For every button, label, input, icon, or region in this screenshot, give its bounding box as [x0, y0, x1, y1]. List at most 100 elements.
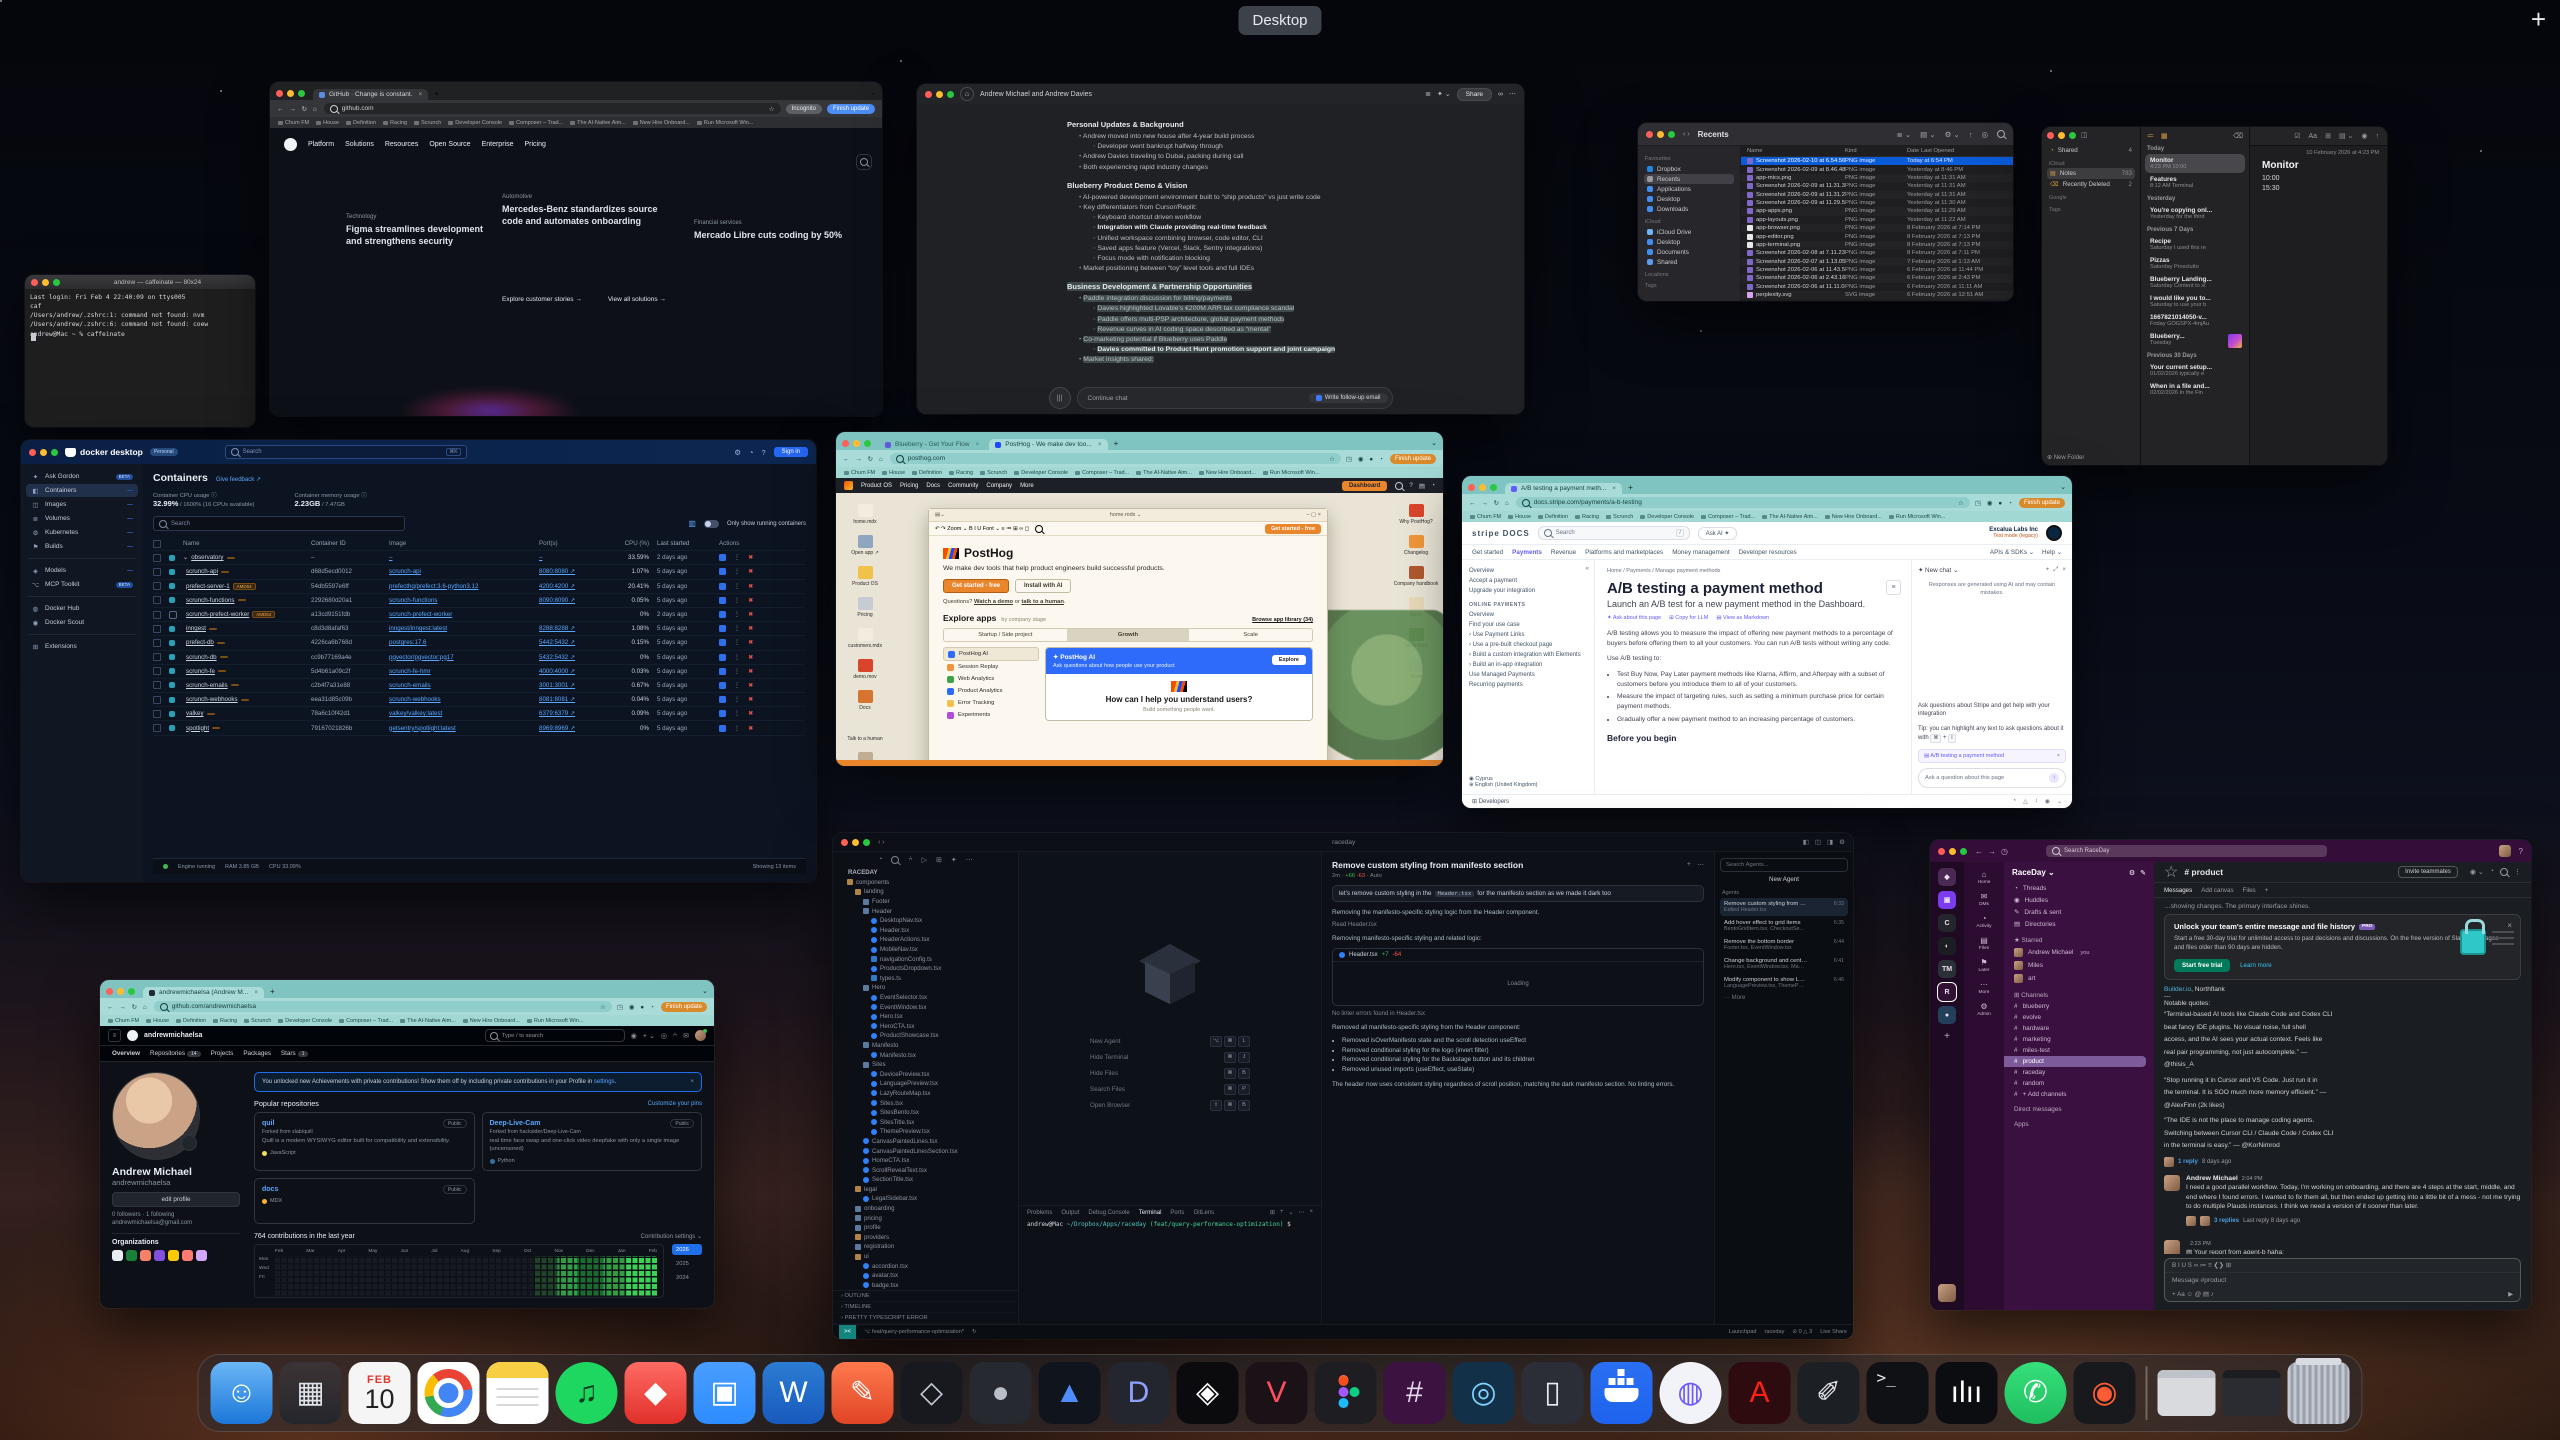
port-link[interactable]: 5432:5432 ↗ — [539, 654, 605, 661]
table-icon[interactable]: ⊞ — [2325, 132, 2331, 140]
desktop-icon[interactable]: customers.mdx — [842, 628, 888, 649]
port-link[interactable]: 8080:8080 ↗ — [539, 568, 605, 575]
inbox-icon[interactable]: ✉ — [683, 1032, 689, 1040]
layout-panel-right-icon[interactable]: ◨ — [1827, 838, 1833, 846]
rail-item[interactable]: ⚙Admin — [1977, 1002, 1991, 1017]
container-row[interactable]: prefect-server-1AMD64 54db5597e6ffprefec… — [153, 580, 806, 594]
dock-app-icon[interactable]: ◇ — [901, 1362, 963, 1424]
bookmark-item[interactable]: Composer – Trad... — [1701, 514, 1755, 520]
bookmark-item[interactable]: Racing — [213, 1018, 237, 1024]
more-actions-icon[interactable]: ⋮ — [734, 568, 740, 575]
row-checkbox[interactable] — [153, 611, 169, 619]
delete-container-icon[interactable]: ✖ — [748, 696, 753, 703]
folder-shared[interactable]: ◔Shared4 — [2047, 145, 2135, 156]
tree-node[interactable]: LanguagePreview.tsx — [839, 1079, 1018, 1089]
enhance-icon[interactable]: ✦ ⌄ — [1437, 90, 1451, 98]
delete-container-icon[interactable]: ✖ — [748, 668, 753, 675]
file-row[interactable]: app-terminal.png PNG image8 February 202… — [1741, 241, 2013, 249]
avatar[interactable] — [2499, 845, 2511, 857]
delete-container-icon[interactable]: ✖ — [748, 625, 753, 632]
bookmark-item[interactable]: Racing — [383, 120, 407, 126]
org-avatar[interactable] — [126, 1250, 137, 1261]
workspace-icon[interactable]: ● — [1938, 1006, 1956, 1024]
org-avatar[interactable] — [154, 1250, 165, 1261]
image-link[interactable]: valkey/valkey:latest — [389, 710, 539, 717]
layout-panel-bottom-icon[interactable]: ◫ — [1815, 838, 1821, 846]
file-row[interactable]: Screenshot 2026-02-08 at 7.11.23 PM PNG … — [1741, 249, 2013, 257]
file-row[interactable]: Screenshot 2026-02-07 at 1.13.05 AM PNG … — [1741, 258, 2013, 266]
stop-button[interactable] — [719, 725, 726, 732]
search-icon[interactable] — [1997, 130, 2005, 138]
tree-node[interactable]: DevicePreview.tsx — [839, 1069, 1018, 1079]
tree-node[interactable]: ScrollRevealText.tsx — [839, 1165, 1018, 1175]
slack-search-input[interactable]: Search RaceDay — [2046, 845, 2327, 857]
channel-item[interactable]: #raceday — [2004, 1067, 2154, 1078]
search-icon[interactable] — [1395, 482, 1403, 490]
github-home-window[interactable]: GitHub · Change is constant.× +⌄ ← → ↻ ⌂… — [270, 82, 882, 416]
new-agent-icon[interactable]: + — [1687, 861, 1691, 869]
running-only-toggle[interactable] — [704, 520, 719, 528]
rail-item[interactable]: ✉DMs — [1979, 892, 1989, 907]
send-icon[interactable]: ↑ — [2049, 773, 2059, 783]
delete-container-icon[interactable]: ✖ — [748, 654, 753, 661]
bookmark-item[interactable]: Composer – Trad... — [339, 1018, 393, 1024]
sidebar-menu-item[interactable]: ▤Directories — [2004, 918, 2154, 930]
note-list-item[interactable]: RecipeSaturday I used this re — [2145, 235, 2245, 254]
start-free-trial-button[interactable]: Start free trial — [2174, 959, 2230, 972]
stop-button[interactable] — [719, 583, 726, 590]
container-row[interactable]: scrunch-prefect-workerAMD64 a13cd9151fdb… — [153, 608, 806, 622]
tree-node[interactable]: ui — [839, 1252, 1018, 1262]
ai-question-input[interactable]: Ask a question about this page↑ — [1918, 768, 2066, 788]
developers-button[interactable]: ⊞ Developers — [1472, 798, 1509, 805]
workspace-name[interactable]: RaceDay ⌄ — [2012, 868, 2055, 877]
bookmark-item[interactable]: Composer – Trad... — [1075, 470, 1129, 476]
bookmark-item[interactable]: Chum FM — [1470, 514, 1501, 520]
bookmark-item[interactable]: Run Microsoft Win... — [1263, 470, 1320, 476]
port-link[interactable]: 8288:8288 ↗ — [539, 625, 605, 632]
browse-app-library-link[interactable]: Browse app library (34) — [1252, 617, 1313, 623]
dock-app-icon[interactable]: >_ — [1867, 1362, 1929, 1424]
sidebar-item[interactable]: ◍Docker Hub — [26, 602, 138, 615]
sidebar-link[interactable]: Overview — [1469, 566, 1587, 576]
search-icon[interactable] — [891, 856, 899, 864]
dashboard-button[interactable]: Dashboard — [1342, 481, 1387, 491]
stripe-window[interactable]: A/B testing a payment meth...× +⌄ ← → ↻ … — [1462, 476, 2072, 808]
sidebar-item[interactable]: ⌥MCP ToolkitBETA — [26, 578, 138, 591]
add-space-button[interactable]: + — [2531, 4, 2546, 35]
row-checkbox[interactable] — [153, 710, 169, 718]
stage-tab[interactable]: Scale — [1189, 629, 1312, 641]
workspace-icon[interactable]: ▣ — [1938, 891, 1956, 909]
tree-node[interactable]: Hero.tsx — [839, 1012, 1018, 1022]
sidebar-link[interactable]: › Use Payment Links — [1469, 630, 1587, 640]
help-icon[interactable]: ? — [1409, 482, 1413, 489]
file-row[interactable]: Screenshot 2026-02-06 at 11.43.56 PM PNG… — [1741, 266, 2013, 274]
tree-node[interactable]: EventWindow.tsx — [839, 1002, 1018, 1012]
customer-story-card[interactable]: AutomotiveMercedes-Benz standardizes sou… — [502, 194, 662, 227]
stop-button[interactable] — [719, 625, 726, 632]
more-actions-icon[interactable]: ⋮ — [734, 682, 740, 689]
give-feedback-link[interactable]: Give feedback ↗ — [216, 476, 261, 483]
port-link[interactable]: 4000:4000 ↗ — [539, 668, 605, 675]
file-row[interactable]: Screenshot 2026-02-06 at 2.43.16 PM PNG … — [1741, 274, 2013, 282]
app-list-item[interactable]: Experiments — [943, 709, 1039, 721]
search-icon[interactable] — [856, 154, 872, 170]
tree-node[interactable]: ProductsDropdown.tsx — [839, 964, 1018, 974]
stage-tab[interactable]: Growth — [1067, 629, 1190, 641]
doc-icon[interactable]: ▤⌄ — [935, 512, 945, 518]
user-avatar[interactable] — [1938, 1284, 1956, 1302]
tree-node[interactable]: LegalSidebar.tsx — [839, 1194, 1018, 1204]
bookmark-item[interactable]: Definition — [912, 470, 942, 476]
row-checkbox[interactable] — [153, 696, 169, 704]
bookmark-item[interactable]: Racing — [1575, 514, 1599, 520]
extension-icons[interactable]: ◳ ◉ ● ◔ — [617, 1003, 656, 1011]
search-agents-input[interactable]: Search Agents... — [1720, 858, 1848, 872]
bookmark-item[interactable]: Scrunch — [980, 470, 1007, 476]
repo-card[interactable]: Deep-Live-CamPublic Forked from hackside… — [482, 1112, 703, 1171]
image-link[interactable]: prefecthq/prefect:3.6-python3.12 — [389, 583, 539, 590]
explorer-section[interactable]: › TIMELINE — [833, 1302, 1018, 1313]
note-list-item[interactable]: Blueberry Landing...Saturday Content to … — [2145, 273, 2245, 292]
more-icon[interactable]: ⋯ — [1509, 90, 1516, 98]
nav-buttons[interactable]: ← → ↻ ⌂ — [843, 455, 885, 463]
dock-app-icon[interactable]: ✆ — [2005, 1362, 2067, 1424]
share-button[interactable]: Share — [1457, 88, 1492, 101]
